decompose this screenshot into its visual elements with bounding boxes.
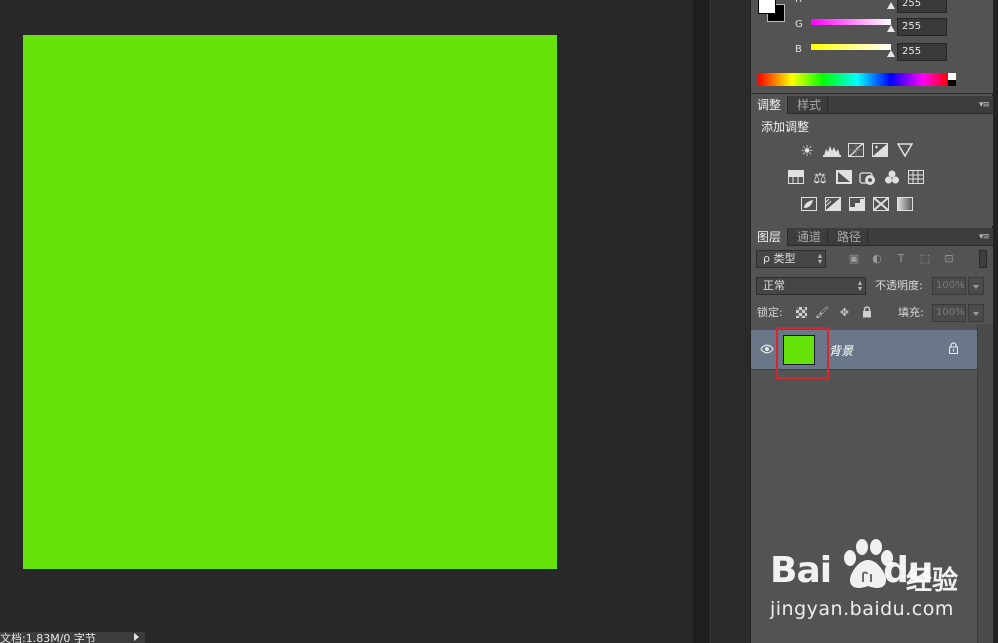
layer-filter-kind-label: ρ 类型 (763, 252, 796, 265)
color-balance-icon[interactable]: ⚖ (811, 170, 829, 186)
brightness-contrast-icon[interactable]: ☀ (798, 143, 816, 159)
panel-dock-gutter (693, 0, 710, 643)
eye-icon[interactable] (760, 343, 774, 354)
adjustment-filter-icon[interactable]: ◐ (870, 252, 884, 266)
blend-mode-dropdown[interactable]: 正常 ▴ ▾ (756, 277, 866, 295)
blend-opacity-row: 正常 ▴ ▾ 不透明度: 100% (751, 276, 993, 300)
smart-object-filter-icon[interactable]: ⊡ (942, 252, 956, 266)
fill-field[interactable]: 100% (932, 304, 966, 322)
invert-icon[interactable] (800, 197, 818, 213)
type-filter-icon[interactable]: T (894, 252, 908, 266)
channel-r-slider-thumb[interactable] (887, 2, 895, 9)
adjustments-tabbar: 调整 样式 ▾≡ (751, 96, 993, 114)
color-lookup-icon[interactable] (907, 170, 925, 186)
photo-filter-icon[interactable] (859, 170, 877, 186)
layer-lock-icon (948, 342, 959, 354)
watermark-product: 经验 (906, 566, 959, 596)
lock-label: 锁定: (757, 306, 783, 319)
layer-filter-row: ρ 类型 ▴ ▾ ▣ ◐ T ⬚ ⊡ (751, 249, 993, 273)
opacity-field[interactable]: 100% (932, 277, 966, 295)
foreground-color-swatch[interactable] (758, 0, 776, 14)
channel-g-label: G (795, 19, 803, 30)
layers-panel-menu-icon[interactable]: ▾≡ (979, 232, 990, 242)
collapsed-panel-dock (710, 0, 750, 643)
channel-r-label: R (795, 0, 802, 5)
shape-filter-icon[interactable]: ⬚ (918, 252, 932, 266)
layer-row[interactable]: 背景 (751, 327, 977, 379)
document-canvas[interactable] (23, 35, 557, 569)
tab-adjustments[interactable]: 调整 (751, 96, 789, 114)
baidu-jingyan-watermark: Bai du 经验 jingyan.baidu.com (770, 538, 990, 625)
channel-g-slider[interactable] (811, 19, 891, 25)
fill-dropdown-button[interactable] (968, 304, 984, 322)
adjustments-panel-menu-icon[interactable]: ▾≡ (979, 100, 990, 110)
adjustments-panel: 调整 样式 ▾≡ 添加调整 ☀ ⚖ (751, 96, 993, 226)
tab-layers[interactable]: 图层 (751, 228, 789, 246)
curves-icon[interactable] (847, 143, 865, 159)
watermark-url: jingyan.baidu.com (770, 598, 954, 620)
channel-b-label: B (795, 44, 802, 55)
black-white-icon[interactable] (835, 170, 853, 186)
image-filter-icon[interactable]: ▣ (847, 252, 861, 266)
lock-fill-row: 锁定: 🖌 ✥ 填充: 100% (751, 303, 993, 327)
posterize-icon[interactable] (824, 197, 842, 213)
fill-label: 填充: (898, 306, 924, 319)
channel-g-value[interactable]: 255 (897, 18, 947, 36)
adjustments-title: 添加调整 (761, 120, 810, 134)
lock-paint-icon[interactable]: 🖌 (815, 306, 829, 319)
spectrum-white-swatch[interactable] (948, 73, 956, 80)
tab-channels[interactable]: 通道 (791, 228, 829, 246)
lock-position-icon[interactable]: ✥ (838, 306, 851, 319)
thumbnail-highlight-box (776, 327, 829, 379)
hue-saturation-icon[interactable] (787, 170, 805, 186)
blend-mode-label: 正常 (763, 279, 785, 292)
vibrance-icon[interactable] (896, 143, 914, 159)
tab-paths[interactable]: 路径 (831, 228, 869, 246)
status-menu-arrow-icon[interactable] (134, 633, 139, 641)
gradient-map-icon[interactable] (896, 197, 914, 213)
opacity-dropdown-button[interactable] (968, 277, 984, 295)
threshold-icon[interactable] (848, 197, 866, 213)
lock-all-icon[interactable] (860, 306, 873, 319)
layer-filter-toggle[interactable] (979, 250, 987, 268)
dropdown-updown-icon: ▴ ▾ (817, 251, 822, 266)
layers-tabbar: 图层 通道 路径 ▾≡ (751, 228, 993, 246)
layer-filter-kind-dropdown[interactable]: ρ 类型 ▴ ▾ (756, 250, 826, 268)
opacity-label: 不透明度: (875, 279, 923, 292)
tab-styles[interactable]: 样式 (791, 96, 829, 114)
channel-mixer-icon[interactable] (883, 170, 901, 186)
channel-b-value[interactable]: 255 (897, 43, 947, 61)
channel-g-slider-thumb[interactable] (887, 25, 895, 32)
baidu-paw-logo-icon (836, 538, 900, 592)
channel-b-slider[interactable] (811, 44, 891, 50)
lock-transparent-icon[interactable] (795, 307, 808, 320)
color-panel: R 255 G 255 B 255 (751, 0, 993, 94)
exposure-icon[interactable] (871, 143, 889, 159)
layer-name[interactable]: 背景 (829, 342, 853, 359)
watermark-brand-text: Bai (770, 550, 832, 591)
color-spectrum-ramp[interactable] (758, 73, 956, 86)
channel-r-value[interactable]: 255 (897, 0, 947, 13)
channel-b-slider-thumb[interactable] (887, 50, 895, 57)
status-doc-info: 文档:1.83M/0 字节 (0, 632, 145, 643)
dropdown-updown-icon: ▴ ▾ (857, 278, 862, 293)
document-workspace[interactable] (0, 0, 693, 643)
levels-icon[interactable] (823, 143, 841, 159)
selective-color-icon[interactable] (872, 197, 890, 213)
